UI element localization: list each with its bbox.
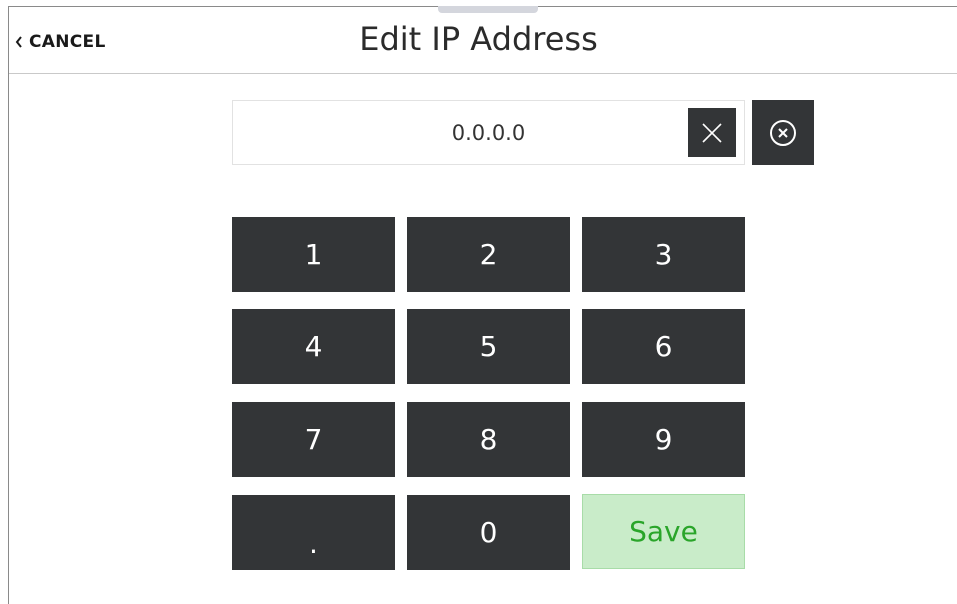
keypad-key-4[interactable]: 4 (232, 309, 395, 384)
keypad-key-1[interactable]: 1 (232, 217, 395, 292)
keypad-key-8[interactable]: 8 (407, 402, 570, 477)
keypad-key-7[interactable]: 7 (232, 402, 395, 477)
keypad-key-6[interactable]: 6 (582, 309, 745, 384)
save-button[interactable]: Save (582, 494, 745, 569)
page-title: Edit IP Address (359, 20, 598, 58)
dialog-left-border (8, 6, 9, 604)
keypad-key-dot[interactable]: . (232, 495, 395, 570)
backspace-circle-x-icon (770, 119, 796, 146)
ip-address-field[interactable]: 0.0.0.0 (232, 100, 745, 165)
keypad-key-5[interactable]: 5 (407, 309, 570, 384)
edit-ip-dialog: CANCEL Edit IP Address 0.0.0.0 1 2 3 4 5… (0, 0, 957, 604)
close-icon (702, 122, 722, 143)
backspace-button[interactable] (752, 100, 814, 165)
keypad-key-9[interactable]: 9 (582, 402, 745, 477)
keypad-key-0[interactable]: 0 (407, 495, 570, 570)
keypad-key-2[interactable]: 2 (407, 217, 570, 292)
clear-field-button[interactable] (688, 108, 736, 157)
drag-handle[interactable] (438, 6, 538, 13)
keypad-key-3[interactable]: 3 (582, 217, 745, 292)
header-divider (9, 73, 957, 74)
ip-address-value: 0.0.0.0 (451, 120, 526, 145)
